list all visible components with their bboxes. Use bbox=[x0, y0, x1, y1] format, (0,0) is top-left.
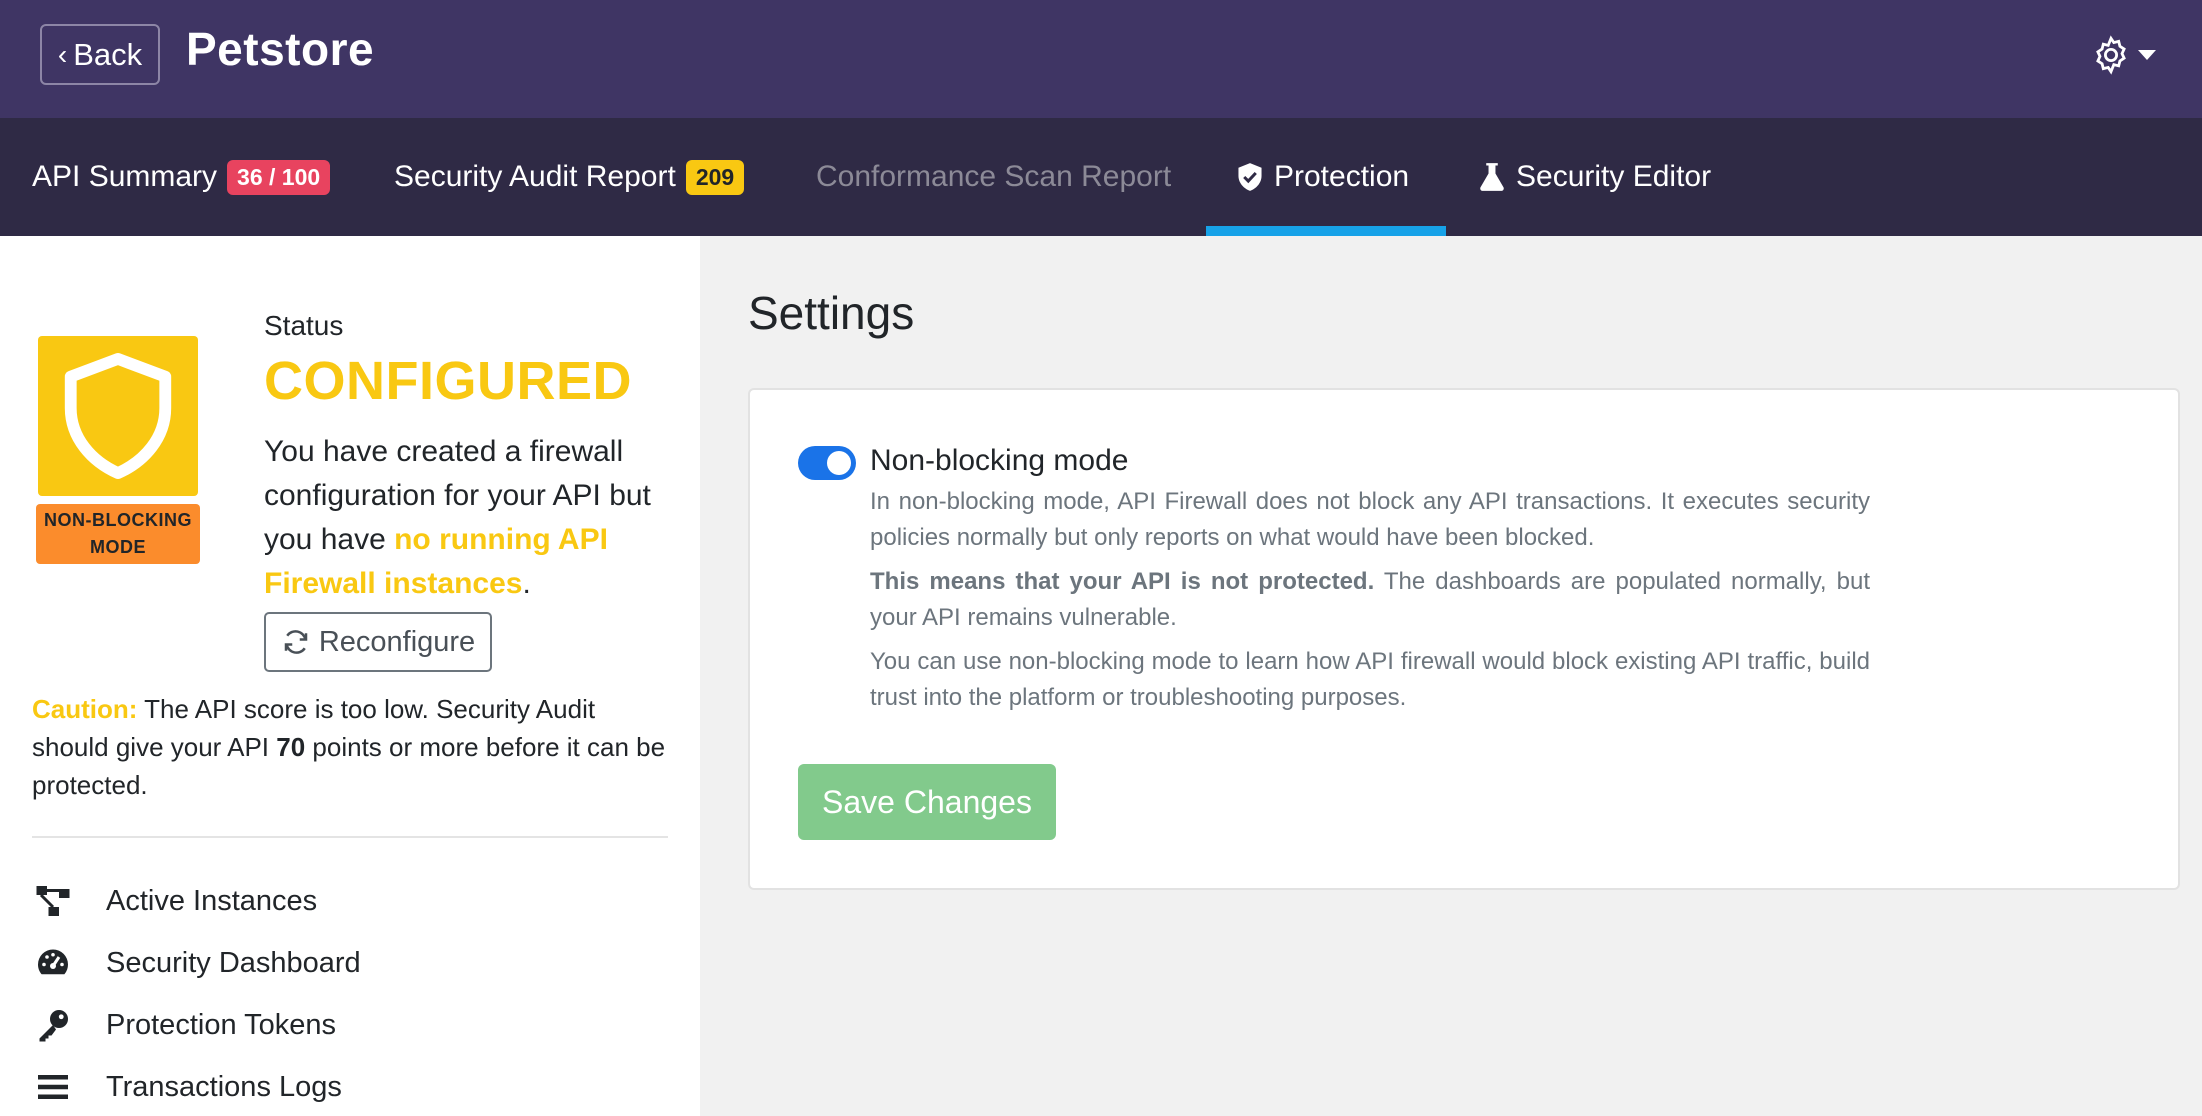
key-icon bbox=[32, 1004, 74, 1046]
nav-transactions-logs[interactable]: Transactions Logs bbox=[32, 1056, 672, 1116]
tab-label: Security Editor bbox=[1516, 160, 1712, 193]
active-tab-indicator bbox=[1206, 226, 1446, 236]
tab-label: Conformance Scan Report bbox=[816, 160, 1172, 193]
tab-api-summary[interactable]: API Summary 36 / 100 bbox=[32, 118, 331, 236]
status-description: You have created a firewall configuratio… bbox=[264, 430, 684, 606]
tab-conformance-scan-report[interactable]: Conformance Scan Report bbox=[816, 118, 1171, 236]
network-icon bbox=[32, 880, 74, 922]
gauge-icon bbox=[32, 942, 74, 984]
settings-menu-button[interactable] bbox=[2090, 30, 2160, 80]
status-desc-suffix: . bbox=[522, 567, 531, 600]
warning-text: This means that your API is not protecte… bbox=[870, 568, 1375, 595]
refresh-icon bbox=[284, 630, 308, 654]
description-para-3: You can use non-blocking mode to learn h… bbox=[870, 648, 1870, 711]
settings-card: Non-blocking mode In non-blocking mode, … bbox=[748, 388, 2180, 890]
tab-label: Security Audit Report bbox=[394, 160, 676, 193]
score-badge: 36 / 100 bbox=[227, 159, 331, 195]
shield-check-icon bbox=[1238, 163, 1262, 191]
back-label: Back bbox=[73, 36, 143, 72]
reconfigure-button[interactable]: Reconfigure bbox=[264, 612, 492, 672]
shield-icon bbox=[64, 352, 172, 480]
gear-icon bbox=[2096, 35, 2126, 75]
tab-label: Protection bbox=[1274, 160, 1410, 193]
nav-label: Protection Tokens bbox=[106, 1008, 336, 1041]
caution-score: 70 bbox=[276, 732, 306, 762]
status-value: CONFIGURED bbox=[264, 351, 632, 411]
divider bbox=[32, 836, 668, 838]
flask-icon bbox=[1480, 163, 1504, 191]
reconfigure-label: Reconfigure bbox=[318, 625, 476, 658]
protection-nav: Active Instances Security Dashboard Prot… bbox=[32, 870, 672, 1116]
list-icon bbox=[32, 1066, 74, 1108]
save-changes-button[interactable]: Save Changes bbox=[798, 764, 1056, 840]
tab-protection[interactable]: Protection bbox=[1236, 118, 1409, 236]
caution-label: Caution: bbox=[32, 694, 138, 724]
description-para-1: In non-blocking mode, API Firewall does … bbox=[870, 488, 1870, 551]
issues-badge: 209 bbox=[685, 159, 745, 195]
settings-title: Settings bbox=[748, 287, 915, 339]
non-blocking-mode-description: In non-blocking mode, API Firewall does … bbox=[870, 484, 1870, 724]
chevron-left-icon: ‹ bbox=[57, 38, 68, 70]
nav-label: Transactions Logs bbox=[106, 1070, 342, 1103]
nav-label: Security Dashboard bbox=[106, 946, 361, 979]
status-label: Status bbox=[264, 310, 344, 341]
nav-protection-tokens[interactable]: Protection Tokens bbox=[32, 994, 672, 1056]
app-title: Petstore bbox=[186, 23, 375, 75]
tab-security-editor[interactable]: Security Editor bbox=[1478, 118, 1711, 236]
nav-security-dashboard[interactable]: Security Dashboard bbox=[32, 932, 672, 994]
toggle-knob bbox=[827, 451, 851, 475]
non-blocking-mode-toggle[interactable] bbox=[798, 446, 856, 480]
caret-down-icon bbox=[2138, 50, 2156, 60]
top-header: ‹ Back Petstore bbox=[0, 0, 2202, 118]
nav-label: Active Instances bbox=[106, 884, 318, 917]
tab-security-audit-report[interactable]: Security Audit Report 209 bbox=[394, 118, 745, 236]
back-button[interactable]: ‹ Back bbox=[40, 24, 160, 85]
protection-status-tile bbox=[38, 336, 198, 496]
non-blocking-mode-label: Non-blocking mode bbox=[870, 444, 1129, 477]
mode-badge: NON-BLOCKING MODE bbox=[36, 504, 200, 564]
description-para-2: This means that your API is not protecte… bbox=[870, 564, 1870, 636]
caution-message: Caution: The API score is too low. Secur… bbox=[32, 690, 672, 804]
nav-active-instances[interactable]: Active Instances bbox=[32, 870, 672, 932]
protection-status-panel: NON-BLOCKING MODE Status CONFIGURED You … bbox=[0, 236, 700, 1116]
tab-label: API Summary bbox=[32, 160, 218, 193]
tab-bar: API Summary 36 / 100 Security Audit Repo… bbox=[0, 118, 2202, 236]
